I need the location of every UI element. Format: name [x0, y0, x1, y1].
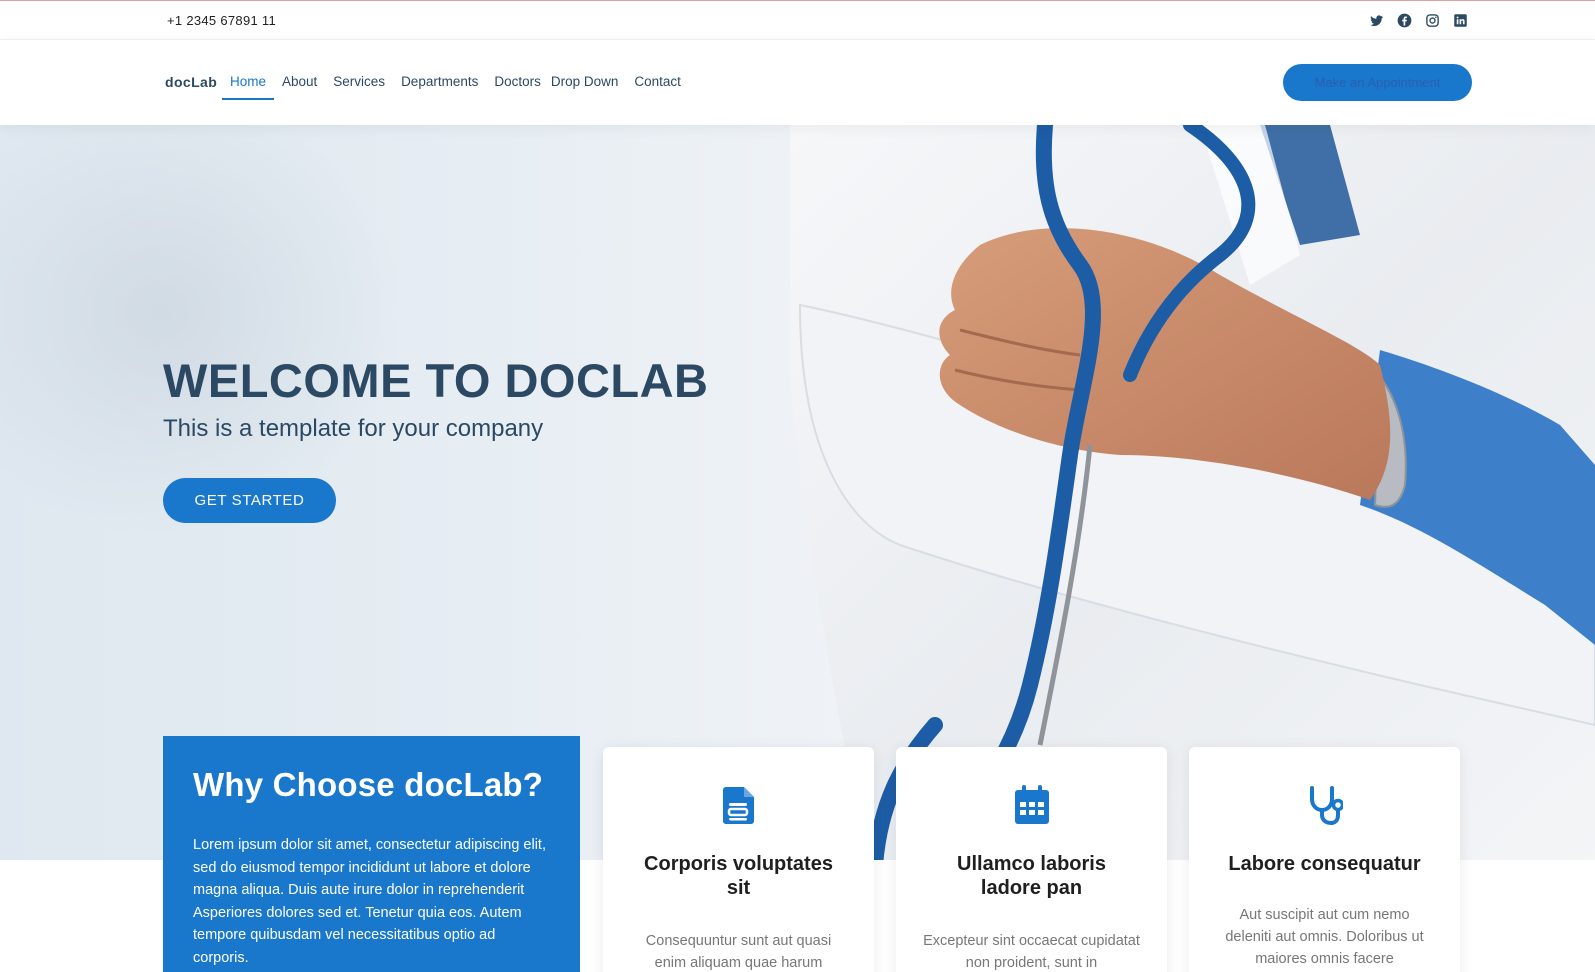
card-title: Corporis voluptates sit [644, 853, 833, 899]
why-choose-text: Lorem ipsum dolor sit amet, consectetur … [193, 837, 546, 966]
feature-card: Corporis voluptates sit Consequuntur sun… [603, 747, 874, 972]
top-bar: +1 2345 67891 11 [0, 0, 1595, 40]
nav-doctors[interactable]: Doctors [486, 73, 549, 91]
social-links [1369, 13, 1468, 28]
feature-card: Labore consequatur Aut suscipit aut cum … [1189, 747, 1460, 972]
nav-services[interactable]: Services [325, 73, 393, 91]
hero-title: WELCOME TO DOCLAB [163, 354, 709, 407]
card-text: Consequuntur sunt aut quasi enim aliquam… [645, 933, 832, 971]
card-text: Aut suscipit aut cum nemo deleniti aut o… [1225, 907, 1424, 967]
main-header: docLab Home About Services Departments D… [0, 40, 1595, 125]
nav-departments[interactable]: Departments [393, 73, 486, 91]
facebook-icon[interactable] [1397, 13, 1412, 28]
hero-subtitle: This is a template for your company [163, 415, 544, 442]
get-started-button[interactable]: GET STARTED [163, 478, 336, 523]
why-choose-box: Why Choose docLab? Lorem ipsum dolor sit… [163, 736, 580, 972]
card-title: Ullamco laboris ladore pan [957, 853, 1106, 899]
linkedin-icon[interactable] [1453, 13, 1468, 28]
calendar-icon [1014, 785, 1050, 825]
why-choose-title: Why Choose docLab? [193, 766, 544, 803]
stethoscope-icon [1307, 785, 1343, 825]
nav-drop-down[interactable]: Drop Down [549, 73, 627, 91]
make-appointment-button[interactable]: Make an Appointment [1283, 64, 1472, 101]
card-text: Excepteur sint occaecat cupidatat non pr… [923, 933, 1140, 971]
site-logo[interactable]: docLab [165, 74, 217, 90]
nav-home[interactable]: Home [222, 73, 275, 100]
card-title: Labore consequatur [1228, 853, 1421, 875]
main-nav: Home About Services Departments Doctors … [222, 73, 689, 100]
nav-about[interactable]: About [274, 73, 325, 91]
feature-card: Ullamco laboris ladore pan Excepteur sin… [896, 747, 1167, 972]
contact-phone: +1 2345 67891 11 [167, 13, 277, 28]
nav-contact[interactable]: Contact [626, 73, 689, 91]
document-icon [721, 785, 757, 825]
instagram-icon[interactable] [1425, 13, 1440, 28]
twitter-icon[interactable] [1369, 13, 1384, 28]
